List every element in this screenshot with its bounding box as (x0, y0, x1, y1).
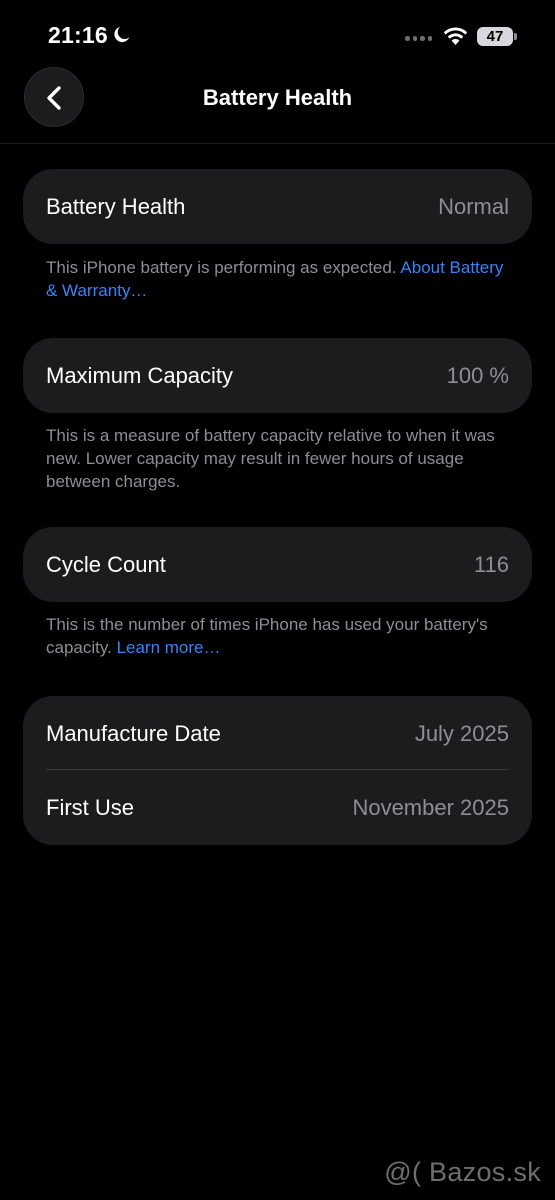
status-bar: 21:16 47 (0, 0, 555, 70)
learn-more-link[interactable]: Learn more… (117, 638, 221, 657)
cycle-count-note: This is the number of times iPhone has u… (46, 615, 488, 657)
manufacture-date-row: Manufacture Date July 2025 (23, 696, 532, 771)
battery-health-note: This iPhone battery is performing as exp… (46, 258, 397, 277)
first-use-value: November 2025 (352, 795, 509, 820)
cycle-count-row: Cycle Count 116 (23, 527, 532, 602)
first-use-label: First Use (46, 795, 134, 820)
maximum-capacity-footnote: This is a measure of battery capacity re… (46, 424, 516, 493)
maximum-capacity-note: This is a measure of battery capacity re… (46, 426, 495, 491)
battery-health-value: Normal (438, 194, 509, 219)
page-title: Battery Health (202, 85, 353, 110)
status-time: 21:16 (48, 22, 108, 48)
watermark: @( Bazos.sk (384, 1157, 541, 1187)
dates-card: Manufacture Date July 2025 First Use Nov… (23, 696, 532, 845)
maximum-capacity-label: Maximum Capacity (46, 363, 234, 388)
wifi-icon (443, 27, 468, 45)
maximum-capacity-value: 100 % (446, 363, 509, 388)
maximum-capacity-row: Maximum Capacity 100 % (23, 338, 532, 413)
battery-health-footnote: This iPhone battery is performing as exp… (46, 256, 516, 302)
navigation-bar: Battery Health (0, 66, 555, 144)
cycle-count-footnote: This is the number of times iPhone has u… (46, 613, 516, 659)
battery-health-row: Battery Health Normal (23, 169, 532, 244)
battery-cap (514, 33, 517, 40)
cycle-count-label: Cycle Count (46, 552, 166, 577)
cellular-dots-icon (405, 36, 432, 41)
manufacture-date-label: Manufacture Date (46, 721, 221, 746)
cycle-count-value: 116 (473, 552, 509, 577)
cycle-count-card: Cycle Count 116 (23, 527, 532, 602)
first-use-row: First Use November 2025 (23, 770, 532, 845)
battery-level: 47 (486, 28, 504, 45)
maximum-capacity-card: Maximum Capacity 100 % (23, 338, 532, 413)
battery-icon: 47 (477, 27, 513, 46)
manufacture-date-value: July 2025 (414, 721, 509, 746)
battery-health-card: Battery Health Normal (23, 169, 532, 244)
battery-health-label: Battery Health (46, 194, 186, 219)
moon-icon (114, 26, 130, 43)
